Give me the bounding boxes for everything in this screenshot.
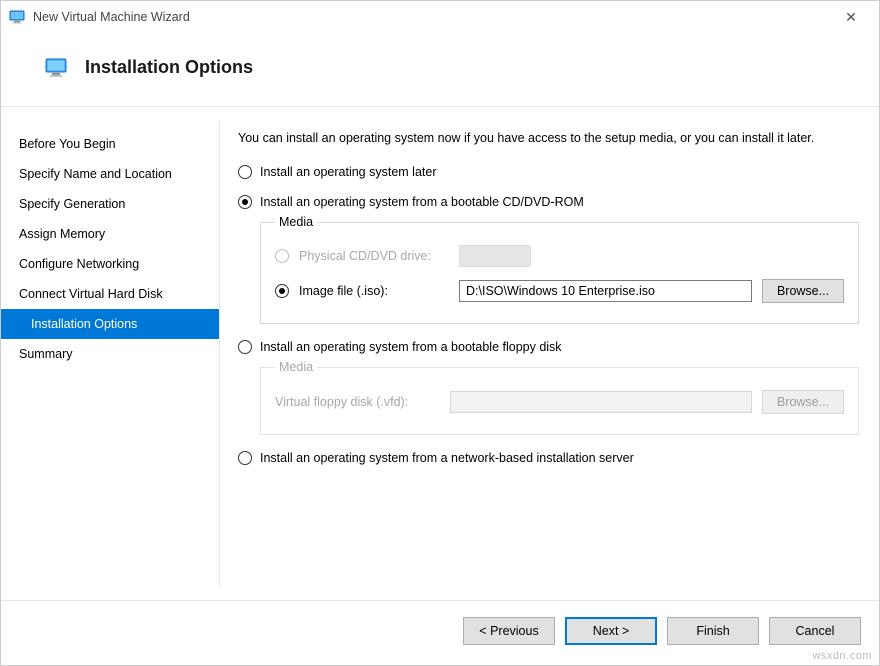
radio-image-file[interactable] [275, 284, 289, 298]
option-label: Install an operating system from a boota… [260, 340, 562, 354]
next-button[interactable]: Next > [565, 617, 657, 645]
option-label: Install an operating system from a netwo… [260, 451, 634, 465]
image-file-input[interactable] [459, 280, 752, 302]
option-install-cdrom[interactable]: Install an operating system from a boota… [238, 195, 859, 209]
vfd-row: Virtual floppy disk (.vfd): Browse... [275, 390, 844, 414]
wizard-window: New Virtual Machine Wizard ✕ Installatio… [0, 0, 880, 666]
page-title: Installation Options [85, 57, 253, 78]
radio-icon [275, 249, 289, 263]
image-file-label: Image file (.iso): [299, 284, 449, 298]
finish-button[interactable]: Finish [667, 617, 759, 645]
sidebar-item-summary[interactable]: Summary [1, 339, 219, 369]
sidebar-item-assign-memory[interactable]: Assign Memory [1, 219, 219, 249]
sidebar-item-connect-vhd[interactable]: Connect Virtual Hard Disk [1, 279, 219, 309]
wizard-body: Before You Begin Specify Name and Locati… [1, 107, 879, 600]
option-install-floppy[interactable]: Install an operating system from a boota… [238, 340, 859, 354]
physical-drive-label: Physical CD/DVD drive: [299, 249, 449, 263]
wizard-footer: < Previous Next > Finish Cancel [1, 600, 879, 665]
vfd-input [450, 391, 752, 413]
browse-vfd-button: Browse... [762, 390, 844, 414]
previous-button[interactable]: < Previous [463, 617, 555, 645]
media-cd-group: Media Physical CD/DVD drive: Image file … [260, 215, 859, 324]
sidebar-item-specify-name[interactable]: Specify Name and Location [1, 159, 219, 189]
option-label: Install an operating system later [260, 165, 436, 179]
image-file-row: Image file (.iso): Browse... [275, 279, 844, 303]
titlebar: New Virtual Machine Wizard ✕ [1, 1, 879, 33]
physical-drive-combo [459, 245, 531, 267]
media-floppy-legend: Media [275, 360, 317, 374]
monitor-icon [45, 58, 67, 78]
app-icon [9, 9, 25, 25]
media-cd-legend: Media [275, 215, 317, 229]
close-button[interactable]: ✕ [831, 9, 871, 26]
sidebar-item-installation-options[interactable]: Installation Options [1, 309, 219, 339]
watermark: wsxdn.com [812, 650, 872, 662]
radio-icon [238, 340, 252, 354]
media-floppy-group: Media Virtual floppy disk (.vfd): Browse… [260, 360, 859, 435]
browse-iso-button[interactable]: Browse... [762, 279, 844, 303]
window-title: New Virtual Machine Wizard [33, 10, 831, 24]
wizard-steps-sidebar: Before You Begin Specify Name and Locati… [1, 107, 219, 600]
sidebar-item-configure-networking[interactable]: Configure Networking [1, 249, 219, 279]
wizard-content: You can install an operating system now … [220, 107, 879, 600]
option-install-later[interactable]: Install an operating system later [238, 165, 859, 179]
intro-text: You can install an operating system now … [238, 129, 859, 147]
vfd-label: Virtual floppy disk (.vfd): [275, 395, 440, 409]
physical-drive-row: Physical CD/DVD drive: [275, 245, 844, 267]
sidebar-item-specify-generation[interactable]: Specify Generation [1, 189, 219, 219]
wizard-header: Installation Options [1, 33, 879, 107]
radio-icon [238, 451, 252, 465]
radio-icon [238, 195, 252, 209]
cancel-button[interactable]: Cancel [769, 617, 861, 645]
radio-icon [238, 165, 252, 179]
option-label: Install an operating system from a boota… [260, 195, 584, 209]
sidebar-item-before-you-begin[interactable]: Before You Begin [1, 129, 219, 159]
option-install-network[interactable]: Install an operating system from a netwo… [238, 451, 859, 465]
